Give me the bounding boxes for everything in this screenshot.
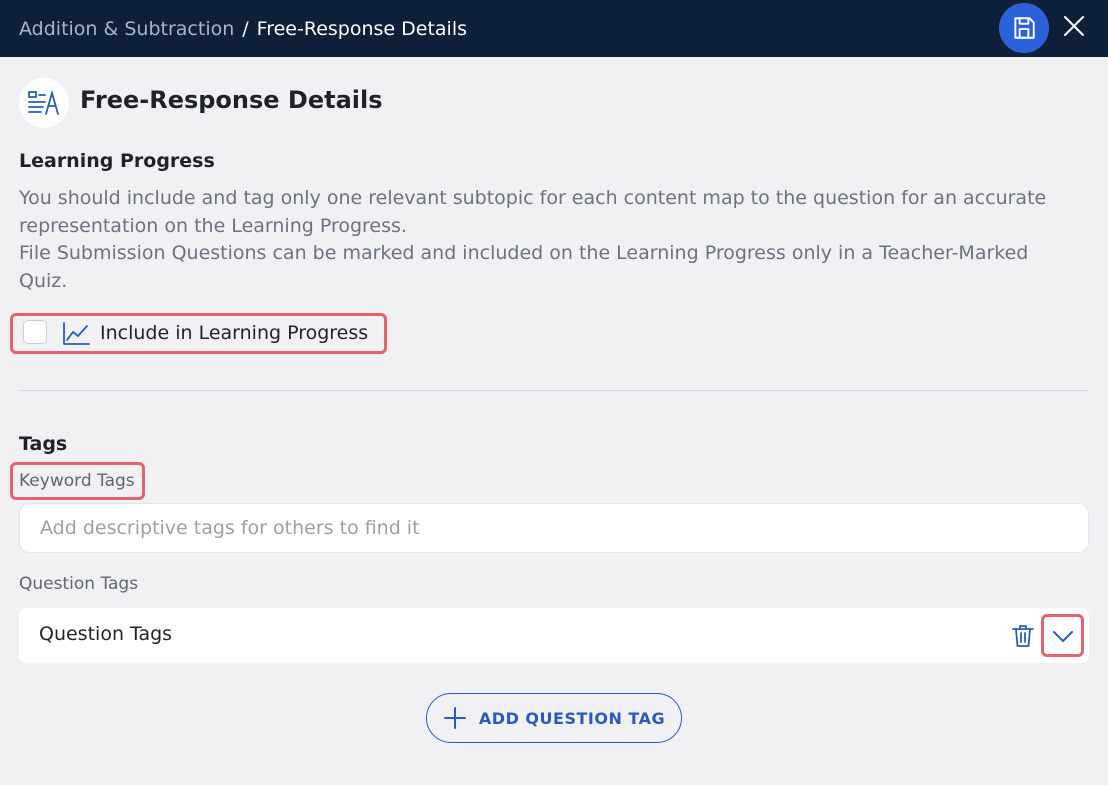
close-icon [1064, 16, 1084, 36]
breadcrumb: Addition & Subtraction / Free-Response Det… [19, 18, 467, 40]
breadcrumb-current: Free-Response Details [256, 17, 468, 40]
floppy-disk-icon [1014, 17, 1035, 39]
learning-progress-info: You should include and tag only one rele… [19, 185, 1079, 295]
page-title: Free-Response Details [80, 86, 383, 114]
include-learning-progress-label: Include in Learning Progress [100, 322, 369, 344]
section-divider [19, 390, 1089, 391]
trash-icon [1012, 625, 1034, 647]
info-line: File Submission Questions can be marked … [19, 242, 1029, 292]
chevron-down-icon [1052, 630, 1073, 642]
line-chart-icon [63, 322, 90, 345]
delete-question-tag-button[interactable] [1011, 623, 1035, 649]
include-learning-progress-checkbox[interactable] [23, 320, 47, 344]
free-response-icon [19, 78, 69, 128]
question-tags-value: Question Tags [39, 623, 173, 645]
save-button[interactable] [999, 3, 1049, 53]
question-tags-label: Question Tags [19, 574, 139, 594]
add-question-tag-label: ADD QUESTION TAG [478, 708, 666, 728]
learning-progress-heading: Learning Progress [19, 150, 215, 172]
close-button[interactable] [1060, 12, 1088, 40]
question-tags-select[interactable]: Question Tags [19, 608, 1089, 663]
include-learning-progress-toggle[interactable]: Include in Learning Progress [10, 313, 387, 354]
top-bar: Addition & Subtraction / Free-Response Det… [0, 0, 1108, 57]
breadcrumb-separator: / [242, 17, 249, 40]
keyword-tags-input[interactable] [19, 503, 1089, 553]
add-question-tag-button[interactable]: ADD QUESTION TAG [426, 693, 682, 743]
keyword-tags-label: Keyword Tags [10, 462, 145, 500]
info-line: You should include and tag only one rele… [19, 187, 1047, 237]
expand-question-tags-button[interactable] [1041, 614, 1084, 657]
breadcrumb-parent[interactable]: Addition & Subtraction [19, 18, 234, 40]
plus-icon [443, 707, 466, 729]
tags-heading: Tags [19, 433, 68, 455]
